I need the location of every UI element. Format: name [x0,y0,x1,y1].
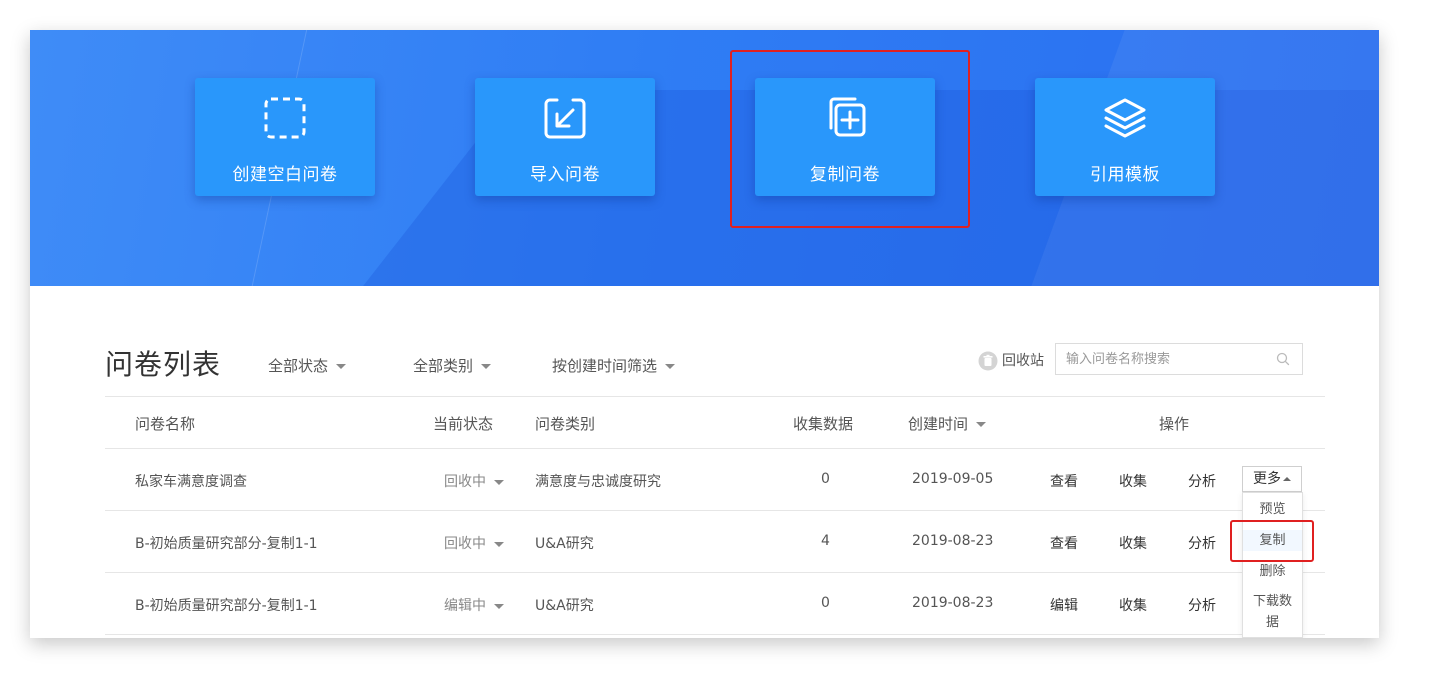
menu-item-download-data-wrap[interactable]: 据 [1243,612,1302,633]
caret-down-icon [494,603,504,609]
survey-name: B-初始质量研究部分-复制1-1 [135,536,318,552]
analyze-button[interactable]: 分析 [1188,533,1216,553]
analyze-button[interactable]: 分析 [1188,595,1216,615]
divider [105,634,1325,635]
dashed-square-icon [264,97,306,139]
use-template-button[interactable]: 引用模板 [1035,78,1215,196]
edit-button[interactable]: 编辑 [1050,595,1078,615]
survey-category: U&A研究 [535,598,594,614]
col-ops-header: 操作 [1159,415,1190,433]
card-label: 导入问卷 [530,165,600,185]
survey-name: 私家车满意度调查 [135,474,247,490]
card-label: 创建空白问卷 [232,165,338,185]
caret-down-icon [665,364,676,369]
created-date: 2019-08-23 [912,533,994,549]
col-created-label: 创建时间 [908,415,969,433]
caret-down-icon [336,364,347,369]
status-filter-label: 全部状态 [268,357,329,375]
create-blank-survey-button[interactable]: 创建空白问卷 [195,78,375,196]
collect-button[interactable]: 收集 [1119,595,1147,615]
col-status-header: 当前状态 [433,415,494,433]
status-label: 回收中 [444,474,486,490]
caret-up-icon [1283,477,1291,481]
page-title: 问卷列表 [105,348,222,381]
collect-button[interactable]: 收集 [1119,471,1147,491]
menu-item-preview[interactable]: 预览 [1243,499,1302,520]
recycle-bin-label: 回收站 [1002,353,1044,369]
caret-down-icon [494,479,504,485]
status-filter[interactable]: 全部状态 [268,355,347,376]
card-label: 复制问卷 [810,165,880,185]
caret-down-icon [494,541,504,547]
trash-icon [978,351,998,371]
survey-category: U&A研究 [535,536,594,552]
divider [105,510,1325,511]
copy-plus-icon [829,97,866,137]
collected-count: 0 [821,595,830,611]
search-input[interactable] [1056,344,1276,374]
collected-count: 4 [821,533,830,549]
menu-item-copy[interactable]: 复制 [1243,530,1302,551]
view-button[interactable]: 查看 [1050,471,1078,491]
app-window: 创建空白问卷 导入问卷 复制问卷 引用模板 问卷列表 全部状态 全部类别 按创建… [30,30,1379,638]
category-filter[interactable]: 全部类别 [413,355,492,376]
col-category-header: 问卷类别 [535,415,596,433]
divider [105,572,1325,573]
divider [105,396,1325,397]
copy-survey-button[interactable]: 复制问卷 [755,78,935,196]
import-survey-button[interactable]: 导入问卷 [475,78,655,196]
col-collected-header: 收集数据 [793,415,854,433]
divider [105,448,1325,449]
time-filter[interactable]: 按创建时间筛选 [552,355,676,376]
more-button-label: 更多 [1253,471,1281,487]
caret-down-icon [976,422,987,427]
created-date: 2019-08-23 [912,595,994,611]
recycle-bin-link[interactable]: 回收站 [978,350,1044,371]
analyze-button[interactable]: 分析 [1188,471,1216,491]
view-button[interactable]: 查看 [1050,533,1078,553]
created-date: 2019-09-05 [912,471,994,487]
menu-item-download-data[interactable]: 下载数 [1243,591,1302,612]
time-filter-label: 按创建时间筛选 [552,357,658,375]
status-label: 回收中 [444,536,486,552]
card-label: 引用模板 [1090,165,1160,185]
col-created-header-sort[interactable]: 创建时间 [908,413,987,434]
survey-name: B-初始质量研究部分-复制1-1 [135,598,318,614]
status-dropdown[interactable]: 回收中 [444,471,504,491]
search-box [1055,343,1303,375]
survey-category: 满意度与忠诚度研究 [535,474,661,490]
category-filter-label: 全部类别 [413,357,474,375]
menu-item-delete[interactable]: 删除 [1243,561,1302,582]
layers-icon [1104,98,1146,138]
col-name-header: 问卷名称 [135,415,196,433]
more-button[interactable]: 更多 [1242,466,1302,492]
status-label: 编辑中 [444,598,486,614]
banner: 创建空白问卷 导入问卷 复制问卷 引用模板 [30,30,1379,286]
status-dropdown[interactable]: 编辑中 [444,595,504,615]
status-dropdown[interactable]: 回收中 [444,533,504,553]
more-menu: 预览 复制 删除 下载数 据 [1242,492,1303,638]
import-arrow-icon [544,98,586,139]
collect-button[interactable]: 收集 [1119,533,1147,553]
collected-count: 0 [821,471,830,487]
search-icon[interactable] [1276,352,1290,366]
caret-down-icon [481,364,492,369]
